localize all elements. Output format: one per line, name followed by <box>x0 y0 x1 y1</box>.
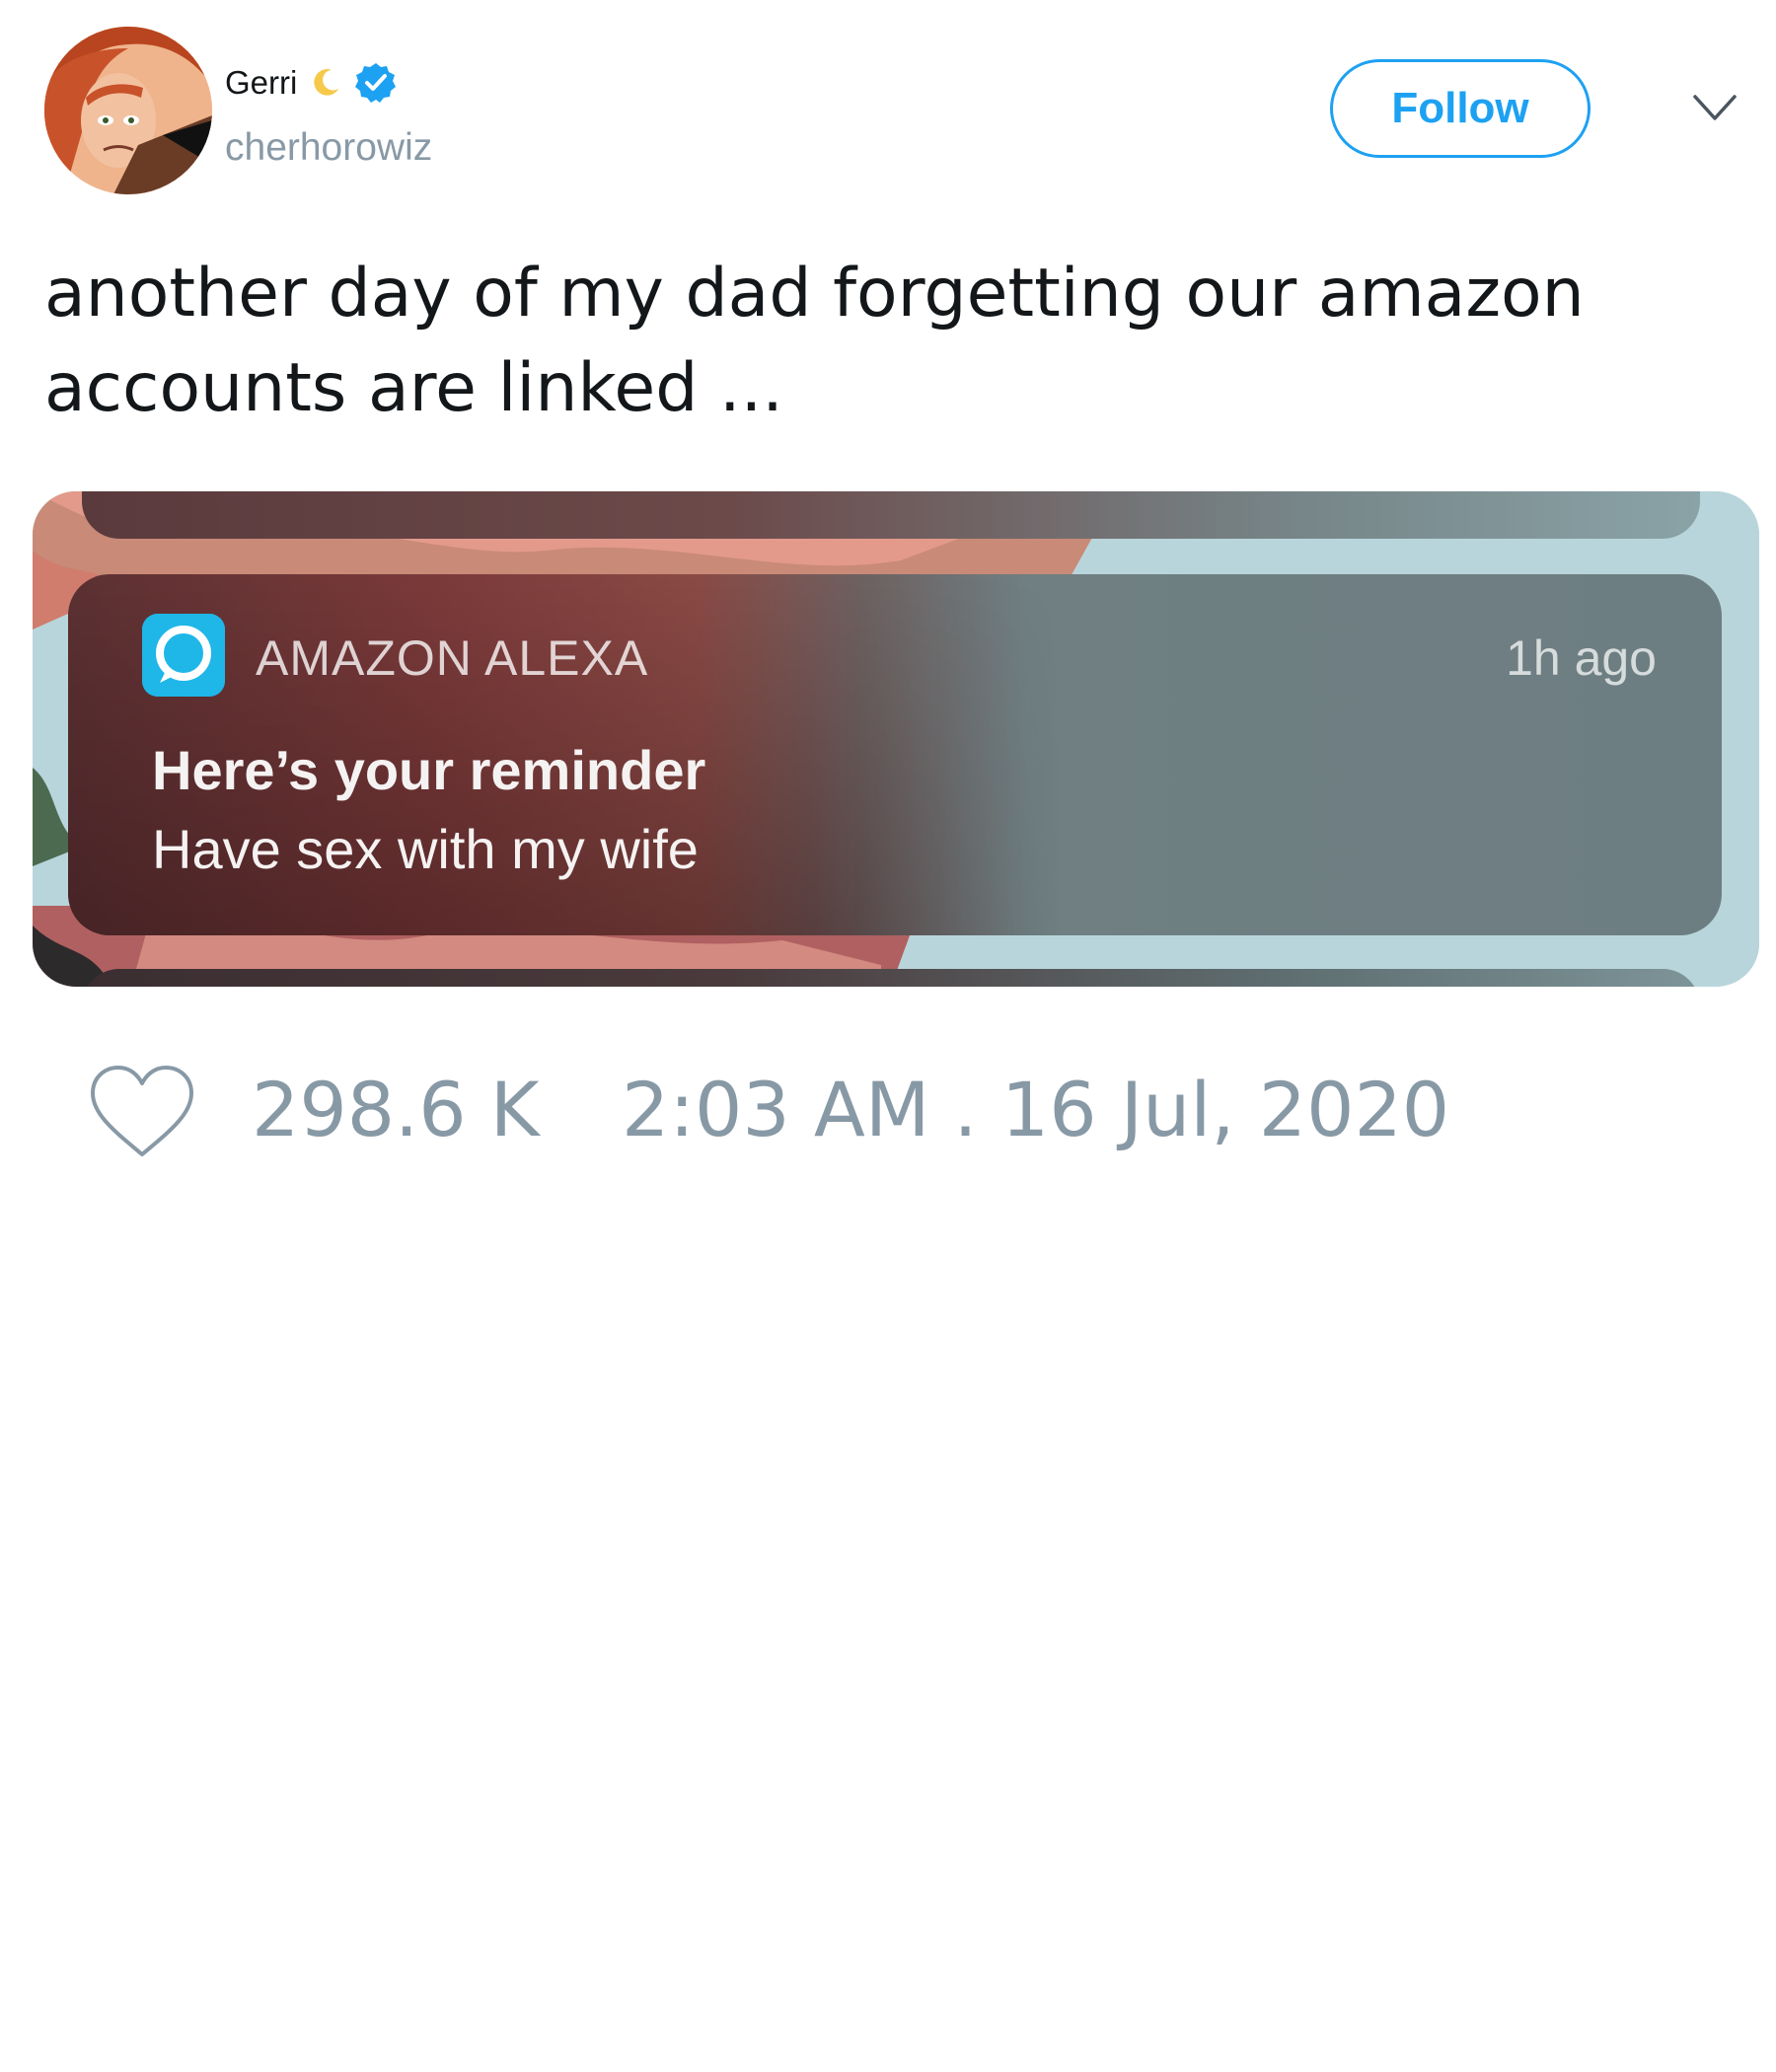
notification-card[interactable]: AMAZON ALEXA 1h ago Here’s your reminder… <box>68 574 1722 935</box>
moon-icon <box>307 64 344 102</box>
chevron-down-icon[interactable] <box>1691 91 1739 124</box>
display-name[interactable]: Gerri <box>225 64 297 102</box>
display-name-row: Gerri <box>225 61 398 105</box>
notification-time: 1h ago <box>1506 630 1657 686</box>
notification-body: Have sex with my wife <box>152 818 699 880</box>
follow-button[interactable]: Follow <box>1330 59 1591 158</box>
verified-badge-icon <box>354 61 398 105</box>
tweet-media[interactable]: AMAZON ALEXA 1h ago Here’s your reminder… <box>33 491 1759 987</box>
tweet-timestamp[interactable]: 2:03 AM . 16 Jul, 2020 <box>622 1066 1449 1153</box>
notification-app-name: AMAZON ALEXA <box>256 630 649 686</box>
avatar-image <box>44 27 212 194</box>
notification-stub-bottom <box>82 969 1700 987</box>
tweet-text: another day of my dad forgetting our ama… <box>44 255 1585 427</box>
avatar[interactable] <box>44 27 212 194</box>
notification-title: Here’s your reminder <box>152 739 706 801</box>
tweet: Gerri cherhorowiz Follow another day of … <box>0 0 1776 2072</box>
user-handle[interactable]: cherhorowiz <box>225 126 432 170</box>
like-count[interactable]: 298.6 K <box>252 1066 540 1153</box>
heart-outline-icon[interactable] <box>87 1064 197 1162</box>
alexa-ring-icon <box>142 614 225 697</box>
notification-stub-top <box>82 491 1700 539</box>
